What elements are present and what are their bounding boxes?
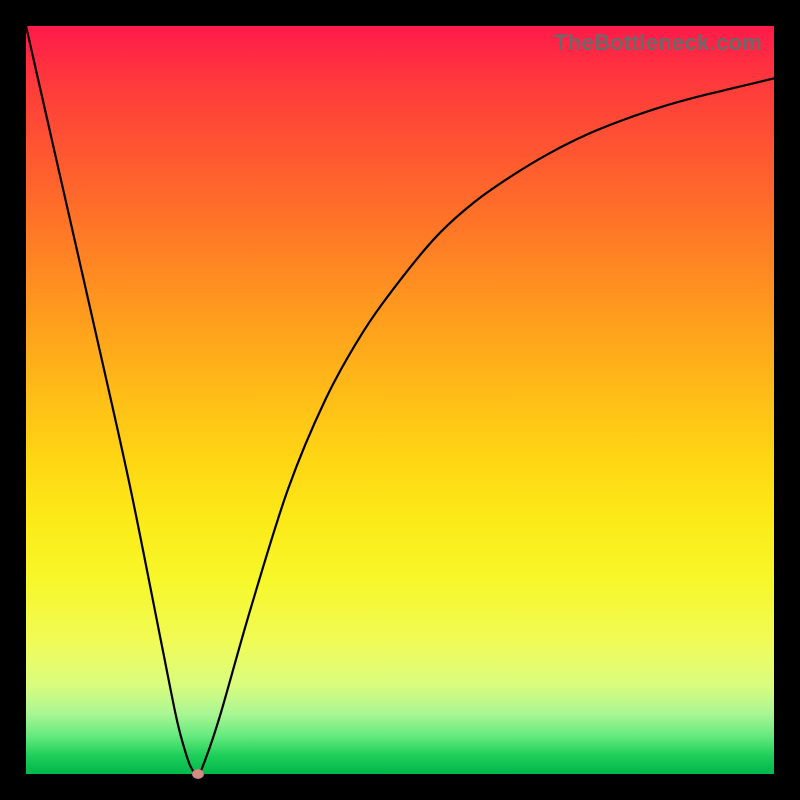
- optimal-point-marker: [192, 769, 204, 779]
- bottleneck-curve: [26, 26, 774, 774]
- plot-area: TheBottleneck.com: [26, 26, 774, 774]
- chart-frame: TheBottleneck.com: [0, 0, 800, 800]
